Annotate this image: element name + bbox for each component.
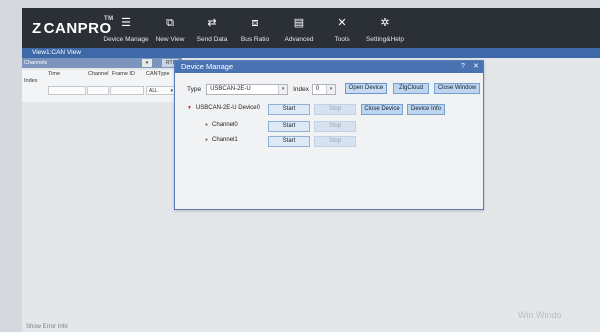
view-title-bar: View1:CAN View (22, 48, 600, 58)
device-manage-dialog: Device Manage ? ✕ Type USBCAN-2E-U ▾ Ind… (174, 60, 484, 210)
top-toolbar: Z CANPRO TM ☰ Device Manage ⧉ New View ⇄ Send… (22, 8, 600, 48)
device-manage-icon: ☰ (121, 17, 131, 29)
bus-ratio-icon: ⧈ (251, 17, 259, 29)
screen: Z CANPRO TM ☰ Device Manage ⧉ New View ⇄ Send… (0, 0, 600, 332)
logo-text: CANPRO (43, 19, 112, 37)
tools-icon: ✕ (337, 17, 347, 29)
toolbar-label: Setting&Help (366, 36, 404, 43)
channel0-bullet-icon: ● (205, 122, 209, 128)
toolbar-item-send-data[interactable]: ⇄ Send Data (190, 8, 234, 48)
column-channel: Channel (88, 71, 109, 77)
channel0-name: Channel0 (212, 122, 238, 128)
settings-icon: ✲ (380, 17, 390, 29)
filter-frame-id[interactable] (110, 86, 144, 95)
index-value: 0 (316, 85, 320, 92)
cantype-dropdown-icon: ▾ (170, 88, 173, 94)
toolbar-items: ☰ Device Manage ⧉ New View ⇄ Send Data ⧈ Bus Ra… (102, 8, 408, 48)
logo-trademark: TM (104, 16, 114, 22)
send-data-icon: ⇄ (207, 17, 217, 29)
index-dropdown-icon: ▾ (326, 84, 335, 94)
channel1-start-button[interactable]: Start (268, 136, 310, 147)
toolbar-item-new-view[interactable]: ⧉ New View (150, 8, 190, 48)
type-dropdown-icon: ▾ (278, 84, 288, 94)
column-index: Index (24, 78, 38, 84)
index-select[interactable]: 0 ▾ (312, 83, 336, 95)
channel1-name: Channel1 (212, 137, 238, 143)
advanced-icon: ▤ (293, 17, 305, 29)
channels-dropdown-button[interactable]: ▾ (142, 59, 152, 67)
channels-label: Channels (24, 60, 48, 66)
channel1-bullet-icon: ● (205, 137, 209, 143)
logo-prefix: Z (32, 19, 42, 37)
toolbar-label: Device Manage (103, 36, 149, 43)
dialog-title-bar: Device Manage ? ✕ (175, 61, 483, 73)
close-window-button[interactable]: Close Window (434, 83, 480, 94)
device-info-button[interactable]: Device Info (407, 104, 445, 115)
app-logo: Z CANPRO TM (22, 8, 113, 48)
channel1-stop-button[interactable]: Stop (314, 136, 356, 147)
help-icon[interactable]: ? (461, 61, 465, 73)
toolbar-label: Advanced (284, 36, 314, 43)
filter-cantype[interactable]: ALL ▾ (146, 86, 176, 95)
type-select[interactable]: USBCAN-2E-U ▾ (206, 83, 289, 95)
channel0-tree-item[interactable]: ● Channel0 (205, 122, 238, 128)
data-grid-header: Index Time Channel Frame ID CANType ALL … (22, 70, 182, 102)
windows-watermark: Win Windo (518, 310, 562, 320)
zlgcloud-button[interactable]: ZlgCloud (393, 83, 429, 94)
device-name: USBCAN-2E-U Device0 (195, 105, 260, 111)
close-device-button[interactable]: Close Device (361, 104, 403, 115)
status-bar: Show Error Info (26, 324, 68, 330)
channels-bar: Channels ▾ RTI (22, 58, 182, 68)
column-cantype: CANType (146, 71, 170, 77)
filter-time[interactable] (48, 86, 86, 95)
open-device-button[interactable]: Open Device (345, 83, 387, 94)
column-time: Time (48, 71, 61, 77)
dialog-title: Device Manage (181, 62, 234, 71)
close-icon[interactable]: ✕ (473, 61, 479, 73)
toolbar-item-settings[interactable]: ✲ Setting&Help (362, 8, 408, 48)
channel0-start-button[interactable]: Start (268, 121, 310, 132)
channel1-tree-item[interactable]: ● Channel1 (205, 137, 238, 143)
device-type-row: Type USBCAN-2E-U ▾ Index 0 ▾ (187, 83, 336, 95)
toolbar-item-tools[interactable]: ✕ Tools (322, 8, 362, 48)
new-view-icon: ⧉ (166, 17, 174, 29)
toolbar-label: Send Data (196, 36, 228, 43)
index-label: Index (293, 85, 309, 93)
device-start-button[interactable]: Start (268, 104, 310, 115)
device-tree-item[interactable]: ▼ USBCAN-2E-U Device0 (187, 105, 260, 111)
toolbar-label: New View (155, 36, 185, 43)
type-value: USBCAN-2E-U (210, 85, 251, 92)
filter-channel[interactable] (87, 86, 109, 95)
type-label: Type (187, 85, 202, 93)
toolbar-label: Tools (334, 36, 350, 43)
cantype-value: ALL (149, 88, 158, 94)
toolbar-label: Bus Ratio (240, 36, 270, 43)
toolbar-item-advanced[interactable]: ▤ Advanced (276, 8, 322, 48)
channel0-stop-button[interactable]: Stop (314, 121, 356, 132)
column-frame-id: Frame ID (112, 71, 135, 77)
device-stop-button[interactable]: Stop (314, 104, 356, 115)
expand-arrow-icon[interactable]: ▼ (187, 105, 192, 111)
toolbar-item-bus-ratio[interactable]: ⧈ Bus Ratio (234, 8, 276, 48)
